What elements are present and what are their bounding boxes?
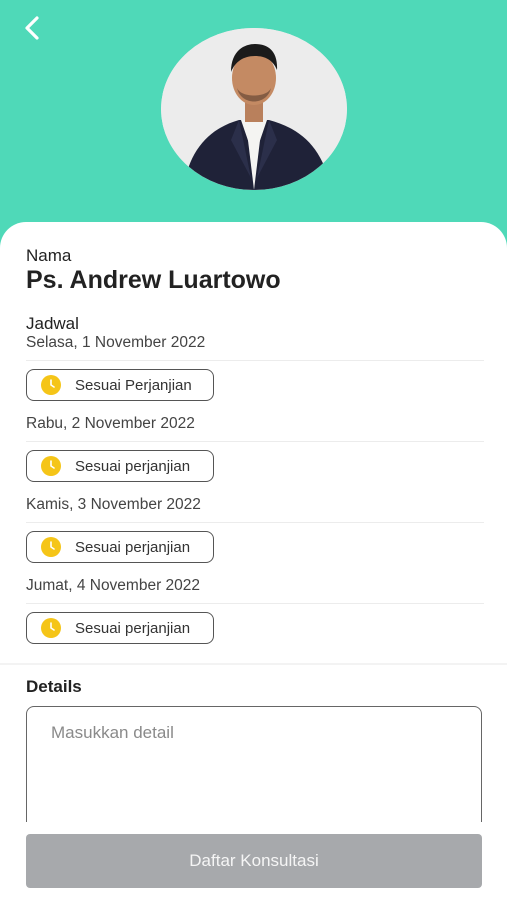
schedule-date: Selasa, 1 November 2022 xyxy=(26,334,206,351)
chevron-left-icon[interactable] xyxy=(22,15,42,41)
time-slot-button[interactable]: Sesuai perjanjian xyxy=(26,531,214,563)
details-label: Details xyxy=(26,677,82,696)
profile-photo xyxy=(161,28,347,190)
time-slot-label: Sesuai Perjanjian xyxy=(75,376,192,394)
divider xyxy=(26,522,484,523)
clock-icon xyxy=(41,375,61,395)
time-slot-button[interactable]: Sesuai Perjanjian xyxy=(26,369,214,401)
clock-icon xyxy=(41,456,61,476)
schedule-date: Kamis, 3 November 2022 xyxy=(26,496,201,513)
divider xyxy=(26,603,484,604)
section-divider xyxy=(0,663,507,665)
clock-icon xyxy=(41,618,61,638)
time-slot-button[interactable]: Sesuai perjanjian xyxy=(26,450,214,482)
avatar xyxy=(161,28,347,190)
schedule-date: Rabu, 2 November 2022 xyxy=(26,415,195,432)
footer: Daftar Konsultasi xyxy=(0,822,507,900)
divider xyxy=(26,360,484,361)
time-slot-label: Sesuai perjanjian xyxy=(75,619,191,637)
schedule-label: Jadwal xyxy=(26,314,79,333)
time-slot-button[interactable]: Sesuai perjanjian xyxy=(26,612,214,644)
back-button[interactable] xyxy=(16,12,48,44)
name-label: Nama xyxy=(26,246,72,265)
profile-header xyxy=(0,0,507,260)
consultant-name: Ps. Andrew Luartowo xyxy=(26,266,281,294)
time-slot-label: Sesuai perjanjian xyxy=(75,538,191,556)
register-consultation-button[interactable]: Daftar Konsultasi xyxy=(26,834,482,888)
schedule-date: Jumat, 4 November 2022 xyxy=(26,577,201,594)
divider xyxy=(26,441,484,442)
time-slot-label: Sesuai perjanjian xyxy=(75,457,191,475)
clock-icon xyxy=(41,537,61,557)
profile-card: Nama Ps. Andrew Luartowo Jadwal Selasa, … xyxy=(0,222,507,900)
